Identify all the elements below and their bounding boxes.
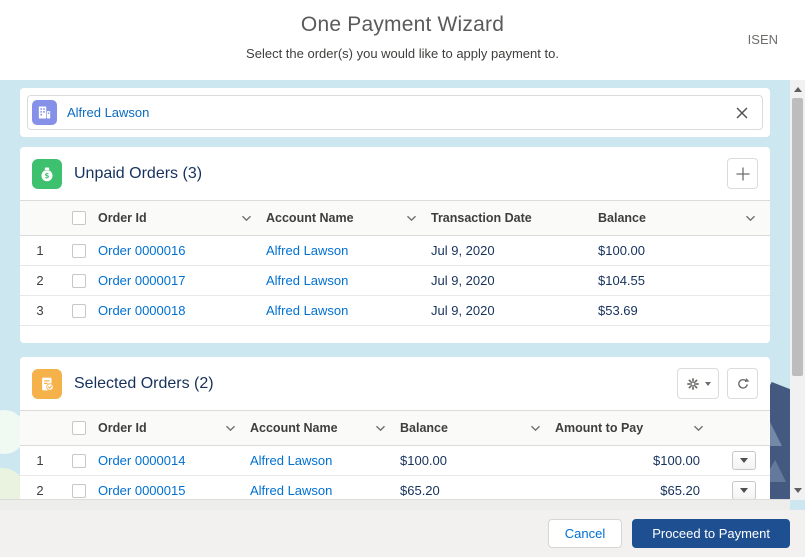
column-header-account-name[interactable]: Account Name <box>250 421 400 435</box>
row-checkbox[interactable] <box>72 484 86 498</box>
chevron-down-icon <box>745 215 756 222</box>
chevron-down-icon <box>406 215 417 222</box>
gear-icon <box>685 376 701 392</box>
account-icon <box>32 100 57 125</box>
account-lookup-card: Alfred Lawson <box>20 88 770 137</box>
one-payment-wizard-modal: One Payment Wizard Select the order(s) y… <box>0 0 805 557</box>
scroll-up-icon[interactable] <box>790 82 805 97</box>
chevron-down-icon <box>705 382 711 386</box>
settings-dropdown-button[interactable] <box>677 368 719 399</box>
lookup-selected-value: Alfred Lawson <box>67 105 149 120</box>
chevron-down-icon <box>241 215 252 222</box>
amount-to-pay-cell: $65.20 <box>555 483 718 498</box>
transaction-date-cell: Jul 9, 2020 <box>431 243 495 258</box>
selected-orders-card: Selected Orders (2) <box>20 357 770 510</box>
refresh-icon <box>735 376 751 392</box>
page-subtitle: Select the order(s) you would like to ap… <box>0 46 805 61</box>
table-row: 1 Order 0000016 Alfred Lawson Jul 9, 202… <box>20 236 770 266</box>
column-header-balance[interactable]: Balance <box>400 421 555 435</box>
modal-footer: Cancel Proceed to Payment <box>0 510 805 557</box>
order-id-link[interactable]: Order 0000016 <box>98 243 185 258</box>
transaction-date-cell: Jul 9, 2020 <box>431 303 495 318</box>
horizontal-scrollbar[interactable] <box>0 499 790 510</box>
column-header-amount-to-pay[interactable]: Amount to Pay <box>555 421 718 435</box>
column-header-order-id[interactable]: Order Id <box>98 211 266 225</box>
transaction-date-cell: Jul 9, 2020 <box>431 273 495 288</box>
vertical-scrollbar[interactable] <box>790 80 805 500</box>
row-action-dropdown-button[interactable] <box>732 451 756 470</box>
moneybag-icon: $ <box>32 159 62 189</box>
unpaid-table-header: Order Id Account Name Transaction Date B… <box>20 200 770 236</box>
order-id-link[interactable]: Order 0000015 <box>98 483 185 498</box>
account-lookup-field[interactable]: Alfred Lawson <box>27 95 763 130</box>
amount-to-pay-cell: $100.00 <box>555 453 718 468</box>
unpaid-orders-title: Unpaid Orders (3) <box>74 165 202 183</box>
dropdown-icon <box>740 458 748 463</box>
chevron-down-icon <box>693 425 704 432</box>
orders-icon <box>32 369 62 399</box>
row-checkbox[interactable] <box>72 274 86 288</box>
row-number: 2 <box>20 273 60 288</box>
balance-cell: $100.00 <box>598 243 645 258</box>
svg-text:$: $ <box>45 172 50 180</box>
selected-orders-title: Selected Orders (2) <box>74 375 214 393</box>
balance-cell: $104.55 <box>598 273 645 288</box>
plus-icon <box>736 167 750 181</box>
row-number: 2 <box>20 483 60 498</box>
proceed-to-payment-button[interactable]: Proceed to Payment <box>632 519 790 548</box>
row-action-dropdown-button[interactable] <box>732 481 756 500</box>
account-name-link[interactable]: Alfred Lawson <box>266 243 348 258</box>
modal-header: One Payment Wizard Select the order(s) y… <box>0 0 805 80</box>
order-id-link[interactable]: Order 0000018 <box>98 303 185 318</box>
chevron-down-icon <box>225 425 236 432</box>
modal-body: Alfred Lawson $ <box>0 80 805 510</box>
row-checkbox[interactable] <box>72 454 86 468</box>
column-header-account-name[interactable]: Account Name <box>266 211 431 225</box>
row-checkbox[interactable] <box>72 244 86 258</box>
row-number: 1 <box>20 453 60 468</box>
selected-orders-table: Order Id Account Name Balance Amoun <box>20 410 770 506</box>
balance-cell: $65.20 <box>400 483 440 498</box>
row-checkbox[interactable] <box>72 304 86 318</box>
column-header-order-id[interactable]: Order Id <box>98 421 250 435</box>
balance-cell: $53.69 <box>598 303 638 318</box>
account-name-link[interactable]: Alfred Lawson <box>266 273 348 288</box>
row-number: 1 <box>20 243 60 258</box>
select-all-checkbox[interactable] <box>72 211 86 225</box>
column-header-transaction-date[interactable]: Transaction Date <box>431 211 598 225</box>
row-number: 3 <box>20 303 60 318</box>
table-row: 3 Order 0000018 Alfred Lawson Jul 9, 202… <box>20 296 770 326</box>
selected-table-header: Order Id Account Name Balance Amoun <box>20 410 770 446</box>
unpaid-orders-card: $ Unpaid Orders (3) <box>20 147 770 343</box>
account-name-link[interactable]: Alfred Lawson <box>250 483 332 498</box>
org-label: ISEN <box>748 32 778 47</box>
order-id-link[interactable]: Order 0000014 <box>98 453 185 468</box>
unpaid-orders-table: Order Id Account Name Transaction Date B… <box>20 200 770 343</box>
account-name-link[interactable]: Alfred Lawson <box>250 453 332 468</box>
column-header-balance[interactable]: Balance <box>598 211 770 225</box>
account-name-link[interactable]: Alfred Lawson <box>266 303 348 318</box>
table-row: 1 Order 0000014 Alfred Lawson $100.00 $1… <box>20 446 770 476</box>
page-title: One Payment Wizard <box>0 0 805 37</box>
chevron-down-icon <box>530 425 541 432</box>
chevron-down-icon <box>375 425 386 432</box>
refresh-button[interactable] <box>727 368 758 399</box>
cancel-button[interactable]: Cancel <box>548 519 622 548</box>
balance-cell: $100.00 <box>400 453 447 468</box>
dropdown-icon <box>740 488 748 493</box>
add-order-button[interactable] <box>727 158 758 189</box>
scrollbar-thumb[interactable] <box>792 98 803 376</box>
table-row: 2 Order 0000017 Alfred Lawson Jul 9, 202… <box>20 266 770 296</box>
select-all-checkbox[interactable] <box>72 421 86 435</box>
scroll-down-icon[interactable] <box>790 483 805 498</box>
close-icon[interactable] <box>735 106 749 120</box>
order-id-link[interactable]: Order 0000017 <box>98 273 185 288</box>
